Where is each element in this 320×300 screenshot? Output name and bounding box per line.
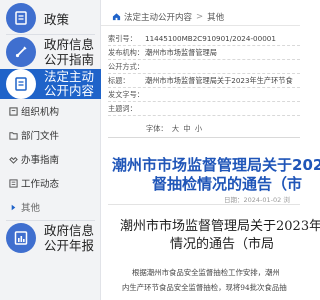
- meta-row-keywords: 主题词：: [108, 102, 300, 116]
- sidebar-item-label: 公开指南: [44, 52, 95, 67]
- publish-date: 日期：2024-01-02 浏: [224, 196, 290, 204]
- sidebar-item-guide[interactable]: 政府信息 公开指南: [0, 35, 101, 69]
- guide-icon: [6, 37, 36, 67]
- document-metadata: 索引号： 11445100MB2C910901/2024-00001 发布机构：…: [108, 32, 300, 116]
- meta-value: 11445100MB2C910901/2024-00001: [145, 34, 276, 43]
- body-paragraph: 根据潮州市食品安全监督抽检工作安排，潮州: [132, 268, 280, 277]
- sidebar-subitem-work-news[interactable]: 工作动态: [0, 171, 101, 195]
- sidebar-subitem-other[interactable]: 其他: [0, 195, 101, 219]
- sidebar-subitem-department-files[interactable]: 部门文件: [0, 123, 101, 147]
- divider: [108, 204, 300, 205]
- meta-value: 潮州市市场监督管理局: [145, 47, 217, 57]
- font-size-label: 字体：: [146, 124, 168, 133]
- article-title-line2: 督抽检情况的通告（市: [152, 175, 303, 193]
- handshake-icon: [8, 154, 18, 164]
- meta-key: 标题：: [108, 75, 130, 85]
- sidebar-item-label: 政府信息: [44, 223, 95, 238]
- meta-value: 潮州市市场监督管理局关于2023年生产环节食: [145, 75, 293, 85]
- sidebar-item-label: 政策: [44, 12, 70, 27]
- sidebar-item-annual-report[interactable]: 政府信息 公开年报: [0, 221, 101, 255]
- meta-key: 发布机构：: [108, 47, 144, 57]
- font-size-large-button[interactable]: 大: [172, 124, 179, 133]
- meta-key: 主题词：: [108, 103, 137, 113]
- sidebar-item-label: 公开年报: [44, 238, 95, 253]
- meta-key: 公开方式：: [108, 61, 144, 71]
- news-icon: [8, 178, 18, 188]
- arrow-right-icon: [8, 202, 18, 212]
- file-icon: [8, 130, 18, 140]
- left-sidebar: 政策 政府信息 公开指南 法定主动 公开内容 组织机构 部门文件 办事指南 工作…: [0, 0, 101, 300]
- meta-row-doc-number: 发文字号：: [108, 88, 300, 102]
- document-icon: [6, 69, 36, 99]
- sidebar-subitem-organization[interactable]: 组织机构: [0, 99, 101, 123]
- report-icon: [6, 223, 36, 253]
- sidebar-item-label: 政府信息: [44, 37, 95, 52]
- home-icon[interactable]: [112, 12, 121, 21]
- breadcrumb: 法定主动公开内容 > 其他: [101, 8, 300, 26]
- meta-row-disclosure-method: 公开方式：: [108, 60, 300, 74]
- policy-icon: [6, 3, 36, 33]
- breadcrumb-item[interactable]: 法定主动公开内容: [124, 11, 192, 23]
- sidebar-subitem-service-guide[interactable]: 办事指南: [0, 147, 101, 171]
- document-heading: 潮州市市场监督管理局关于2023年生: [120, 219, 320, 234]
- divider: [108, 137, 300, 138]
- meta-key: 发文字号：: [108, 89, 144, 99]
- meta-key: 索引号：: [108, 33, 137, 43]
- sidebar-subitem-label: 工作动态: [21, 179, 60, 190]
- org-icon: [8, 106, 18, 116]
- font-size-small-button[interactable]: 小: [195, 124, 202, 133]
- sidebar-subitem-label: 组织机构: [21, 107, 60, 118]
- sidebar-item-mandatory-disclosure[interactable]: 法定主动 公开内容: [0, 69, 101, 99]
- meta-row-index: 索引号： 11445100MB2C910901/2024-00001: [108, 32, 300, 46]
- body-paragraph-line2: 内生产环节食品安全监督抽检，现将94批次食品抽: [122, 283, 287, 292]
- sidebar-subitem-label: 办事指南: [21, 155, 60, 166]
- article-title: 潮州市市场监督管理局关于2023: [112, 156, 320, 174]
- breadcrumb-item[interactable]: 其他: [207, 11, 224, 23]
- sidebar-subitem-label: 其他: [21, 203, 41, 214]
- meta-row-publisher: 发布机构： 潮州市市场监督管理局: [108, 46, 300, 60]
- breadcrumb-separator: >: [196, 11, 204, 22]
- meta-row-title: 标题： 潮州市市场监督管理局关于2023年生产环节食: [108, 74, 300, 88]
- sidebar-item-label: 公开内容: [44, 83, 95, 98]
- sidebar-item-policy[interactable]: 政策: [0, 2, 101, 34]
- sidebar-subitem-label: 部门文件: [21, 131, 60, 142]
- document-heading-line2: 情况的通告（市局: [170, 237, 275, 252]
- font-size-medium-button[interactable]: 中: [183, 124, 190, 133]
- font-size-switcher: 字体： 大 中 小: [146, 124, 204, 134]
